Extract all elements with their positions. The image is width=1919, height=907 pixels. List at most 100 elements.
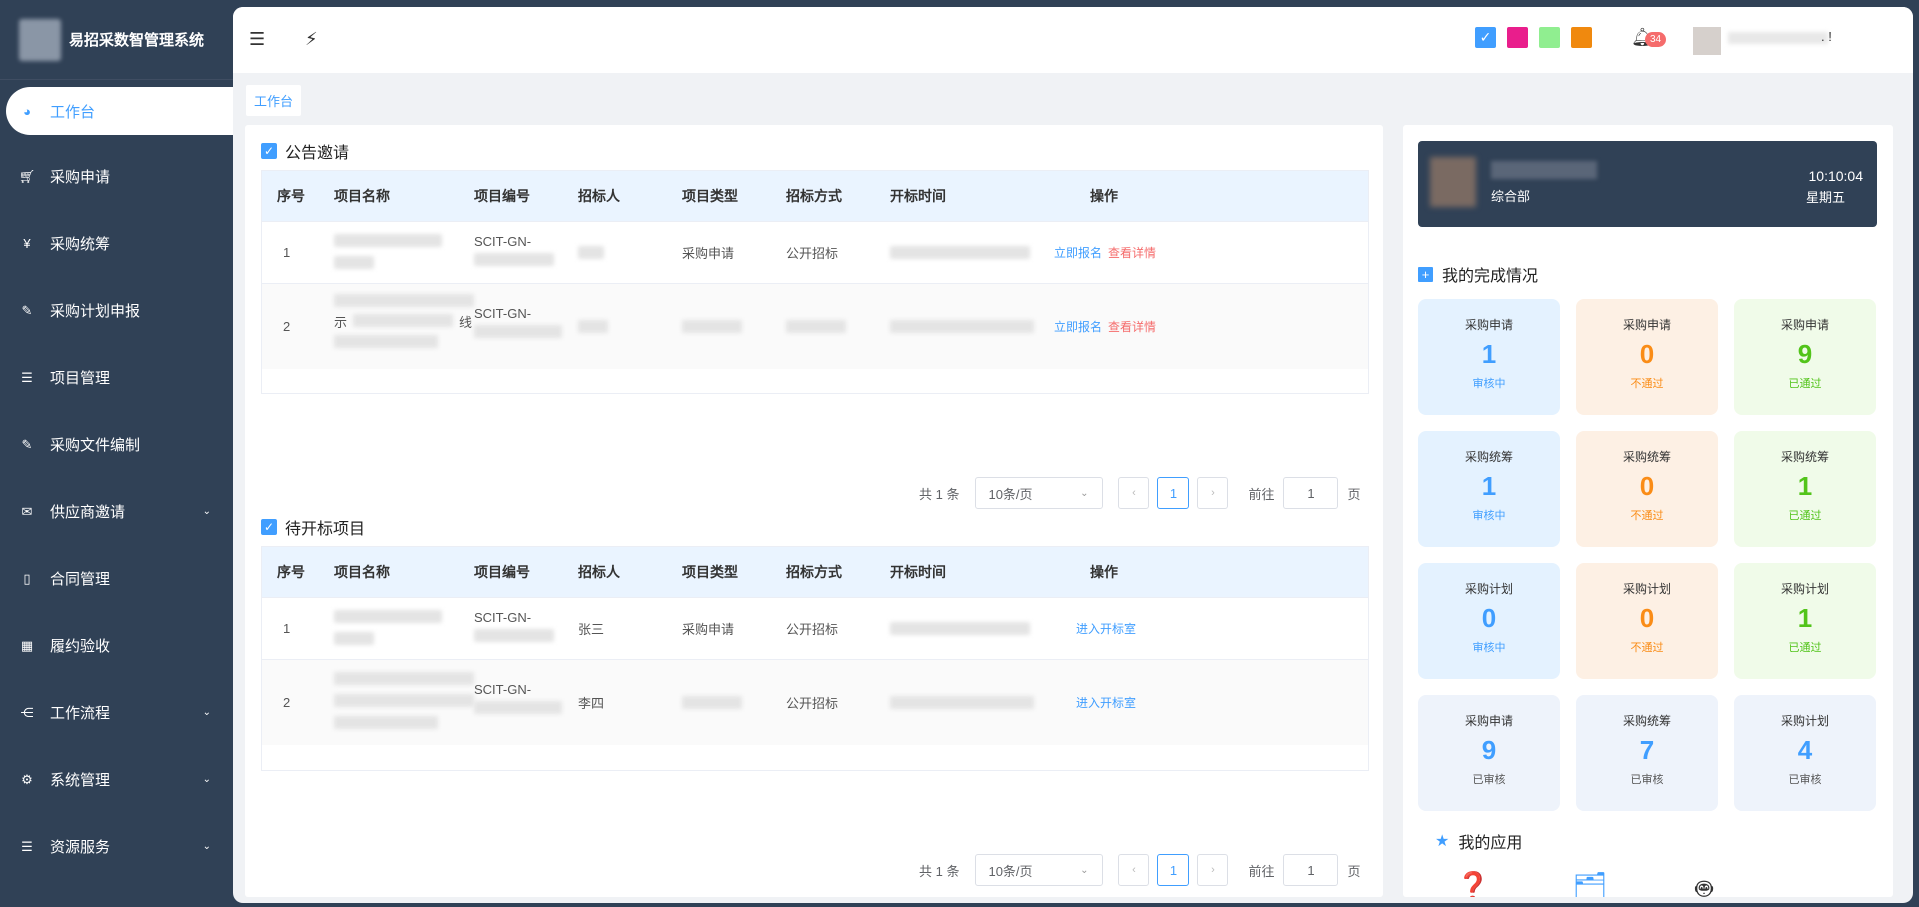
checkbox-icon[interactable]: ✓ <box>261 143 277 159</box>
announce-section-title: ✓ 公告邀请 <box>261 139 349 163</box>
col-code: 项目编号 <box>474 188 530 204</box>
document-app-icon[interactable]: 🗂︎ <box>1565 870 1615 897</box>
sidebar-item-purchase-request[interactable]: 🛒︎ 采购申请 <box>0 143 233 210</box>
col-name: 项目名称 <box>334 188 390 204</box>
theme-color-green[interactable] <box>1539 27 1560 48</box>
stat-status: 不通过 <box>1630 378 1664 390</box>
stat-card[interactable]: 采购计划 0 不通过 <box>1576 563 1718 679</box>
sidebar-item-label: 工作流程 <box>50 705 111 722</box>
col-type: 项目类型 <box>682 564 738 580</box>
user-name-suffix: . ! <box>1821 29 1832 44</box>
row-name: 示线 <box>334 294 474 351</box>
sidebar-item-contract[interactable]: ▯ 合同管理 <box>0 545 233 612</box>
stat-card[interactable]: 采购统筹 1 已通过 <box>1734 431 1876 547</box>
page-1-button[interactable]: 1 <box>1157 477 1190 509</box>
row-code-text: SCIT-GN- <box>474 610 532 625</box>
page-1-button[interactable]: 1 <box>1157 854 1190 886</box>
stat-card[interactable]: 采购统筹 0 不通过 <box>1576 431 1718 547</box>
sidebar-item-plan-declaration[interactable]: ✎ 采购计划申报 <box>0 277 233 344</box>
stat-card[interactable]: 采购计划 4 已审核 <box>1734 695 1876 811</box>
prev-page-button[interactable]: ‹ <box>1118 477 1150 509</box>
chevron-down-icon: ⌄ <box>202 707 211 718</box>
register-link[interactable]: 立即报名 <box>1054 244 1102 261</box>
refresh-icon[interactable]: ⚡ <box>305 29 318 50</box>
row-code-text: SCIT-GN- <box>474 306 532 321</box>
stat-status: 已审核 <box>1788 774 1822 786</box>
stat-card[interactable]: 采购统筹 1 审核中 <box>1418 431 1560 547</box>
stat-card[interactable]: 采购申请 9 已审核 <box>1418 695 1560 811</box>
sidebar-item-resources[interactable]: ☰ 资源服务 ⌄ <box>0 813 233 880</box>
col-action: 操作 <box>1090 564 1118 580</box>
sidebar-item-acceptance[interactable]: ▦ 履约验收 <box>0 612 233 679</box>
page-size-select[interactable]: 10条/页 ⌄ <box>975 477 1104 509</box>
stat-label: 采购申请 <box>1464 714 1513 728</box>
sidebar: 易招采数智管理系统 ◕ 工作台 🛒︎ 采购申请 ¥ 采购统筹 ✎ 采购计划申报 ☰ 项目管… <box>0 0 233 907</box>
prev-page-button[interactable]: ‹ <box>1118 854 1150 886</box>
enter-bid-room-link[interactable]: 进入开标室 <box>1076 620 1136 637</box>
logo-area: 易招采数智管理系统 <box>0 0 233 80</box>
row-name <box>334 610 444 648</box>
avatar[interactable] <box>1693 27 1721 55</box>
next-page-button[interactable]: › <box>1197 854 1229 886</box>
sidebar-item-dashboard[interactable]: ◕ 工作台 <box>6 87 233 135</box>
col-code: 项目编号 <box>474 564 530 580</box>
stat-card[interactable]: 采购计划 1 已通过 <box>1734 563 1876 679</box>
register-link[interactable]: 立即报名 <box>1054 318 1102 335</box>
row-no: 2 <box>283 319 291 334</box>
chevron-down-icon: ⌄ <box>202 506 211 517</box>
stat-card[interactable]: 采购统筹 7 已审核 <box>1576 695 1718 811</box>
sidebar-item-system[interactable]: ⚙ 系统管理 ⌄ <box>0 746 233 813</box>
user-name <box>1491 161 1597 179</box>
row-name <box>334 672 474 732</box>
table-row: 2 SCIT-GN- 李四 公开招标 进入开标室 <box>262 659 1368 745</box>
stat-label: 采购统筹 <box>1622 450 1671 464</box>
stat-card[interactable]: 采购申请 9 已通过 <box>1734 299 1876 415</box>
table-row: 2 示线 SCIT-GN- 立即报名 查看详情 <box>262 283 1368 369</box>
total-count: 共 1 条 <box>919 863 960 879</box>
sidebar-item-label: 供应商邀请 <box>50 504 126 521</box>
chevron-down-icon: ⌄ <box>202 774 211 785</box>
robot-app-icon[interactable]: 🤖︎ <box>1679 870 1729 897</box>
theme-color-orange[interactable] <box>1571 27 1592 48</box>
page-size-select[interactable]: 10条/页 ⌄ <box>975 854 1104 886</box>
next-page-button[interactable]: › <box>1197 477 1229 509</box>
clock-weekday: 星期五 <box>1805 190 1845 205</box>
col-name: 项目名称 <box>334 564 390 580</box>
sidebar-item-supplier-invite[interactable]: ✉ 供应商邀请 ⌄ <box>0 478 233 545</box>
checkbox-icon[interactable]: ✓ <box>261 519 277 535</box>
sidebar-item-workflow[interactable]: ⋲ 工作流程 ⌄ <box>0 679 233 746</box>
col-time: 开标时间 <box>890 188 946 204</box>
theme-colors: ✓ <box>1475 27 1603 48</box>
sidebar-item-project-management[interactable]: ☰ 项目管理 <box>0 344 233 411</box>
col-type: 项目类型 <box>682 188 738 204</box>
sidebar-item-label: 资源服务 <box>50 839 111 856</box>
row-bidder: 李四 <box>578 696 605 711</box>
row-method: 公开招标 <box>786 622 839 637</box>
mail-icon: ✉ <box>21 503 33 519</box>
menu-collapse-icon[interactable]: ☰ <box>249 29 265 50</box>
goto-page-input[interactable]: 1 <box>1283 854 1339 886</box>
theme-color-blue[interactable]: ✓ <box>1475 27 1496 48</box>
sidebar-item-purchase-coordination[interactable]: ¥ 采购统筹 <box>0 210 233 277</box>
sidebar-item-document-compilation[interactable]: ✎ 采购文件编制 <box>0 411 233 478</box>
notification-badge: 34 <box>1645 32 1667 47</box>
stat-card[interactable]: 采购申请 1 审核中 <box>1418 299 1560 415</box>
details-link[interactable]: 查看详情 <box>1108 244 1156 261</box>
stat-card[interactable]: 采购计划 0 审核中 <box>1418 563 1560 679</box>
theme-color-magenta[interactable] <box>1507 27 1528 48</box>
row-method: 公开招标 <box>786 246 839 261</box>
enter-bid-room-link[interactable]: 进入开标室 <box>1076 694 1136 711</box>
apps-title-text: 我的应用 <box>1458 835 1523 852</box>
details-link[interactable]: 查看详情 <box>1108 318 1156 335</box>
help-app-icon[interactable]: ❓ <box>1448 870 1498 897</box>
goto-page-input[interactable]: 1 <box>1283 477 1339 509</box>
stat-number: 0 <box>1639 339 1655 369</box>
pending-section-title: ✓ 待开标项目 <box>261 515 365 539</box>
row-code: SCIT-GN- <box>474 682 562 717</box>
col-no: 序号 <box>277 564 305 580</box>
stat-status: 已通过 <box>1788 378 1822 390</box>
stat-card[interactable]: 采购申请 0 不通过 <box>1576 299 1718 415</box>
user-name[interactable] <box>1728 32 1828 44</box>
row-method: 公开招标 <box>786 696 839 711</box>
breadcrumb-tab[interactable]: 工作台 <box>246 85 302 116</box>
